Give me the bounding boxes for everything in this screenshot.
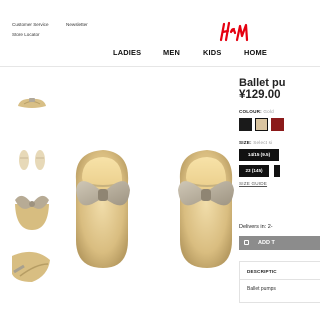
- description-panel[interactable]: DESCRIPTIC Ballet pumps: [239, 261, 320, 303]
- thumbnail-1[interactable]: [12, 90, 52, 112]
- bag-icon: [244, 240, 249, 245]
- product-price: ¥129.00: [239, 89, 281, 101]
- nav-kids[interactable]: KIDS: [203, 48, 221, 57]
- size-value: Select si: [253, 140, 273, 145]
- thumbnail-2[interactable]: [12, 145, 52, 173]
- size-option-1[interactable]: 14/15 (9.5): [239, 149, 279, 161]
- swatch-gold-selected[interactable]: [255, 118, 268, 131]
- swatch-red[interactable]: [271, 118, 284, 131]
- right-shoe: [178, 150, 234, 268]
- store-locator-link[interactable]: Store Locator: [12, 32, 40, 37]
- product-title: Ballet pu: [239, 77, 286, 89]
- newsletter-link[interactable]: Newsletter: [66, 22, 88, 27]
- product-image: [75, 150, 234, 268]
- size-option-3[interactable]: [274, 165, 280, 177]
- nav-home[interactable]: HOME: [244, 48, 267, 57]
- colour-label: COLOUR: Gold: [239, 109, 274, 114]
- add-to-bag-button[interactable]: ADD T: [239, 236, 320, 250]
- description-divider: [240, 279, 320, 280]
- nav-men[interactable]: MEN: [163, 48, 180, 57]
- add-button-label: ADD T: [258, 240, 275, 246]
- left-shoe: [75, 150, 130, 268]
- hm-logo[interactable]: [218, 20, 252, 44]
- colour-label-text: COLOUR:: [239, 109, 262, 114]
- size-option-2[interactable]: 23 (145): [239, 165, 269, 177]
- customer-service-link[interactable]: Customer Service: [12, 22, 49, 27]
- size-guide-link[interactable]: SIZE GUIDE: [239, 181, 267, 186]
- nav-ladies[interactable]: LADIES: [113, 48, 141, 57]
- description-header: DESCRIPTIC: [247, 269, 277, 274]
- header-divider: [0, 66, 320, 67]
- thumbnail-4[interactable]: [12, 246, 52, 286]
- colour-value: Gold: [263, 109, 274, 114]
- size-label: SIZE: Select si: [239, 140, 272, 145]
- delivery-info: Delivers in: 2-: [239, 224, 273, 230]
- thumbnail-3[interactable]: [12, 186, 52, 232]
- size-label-text: SIZE:: [239, 140, 252, 145]
- delivery-text: Delivers in: 2-: [239, 224, 273, 230]
- description-text: Ballet pumps: [247, 286, 276, 292]
- swatch-black[interactable]: [239, 118, 252, 131]
